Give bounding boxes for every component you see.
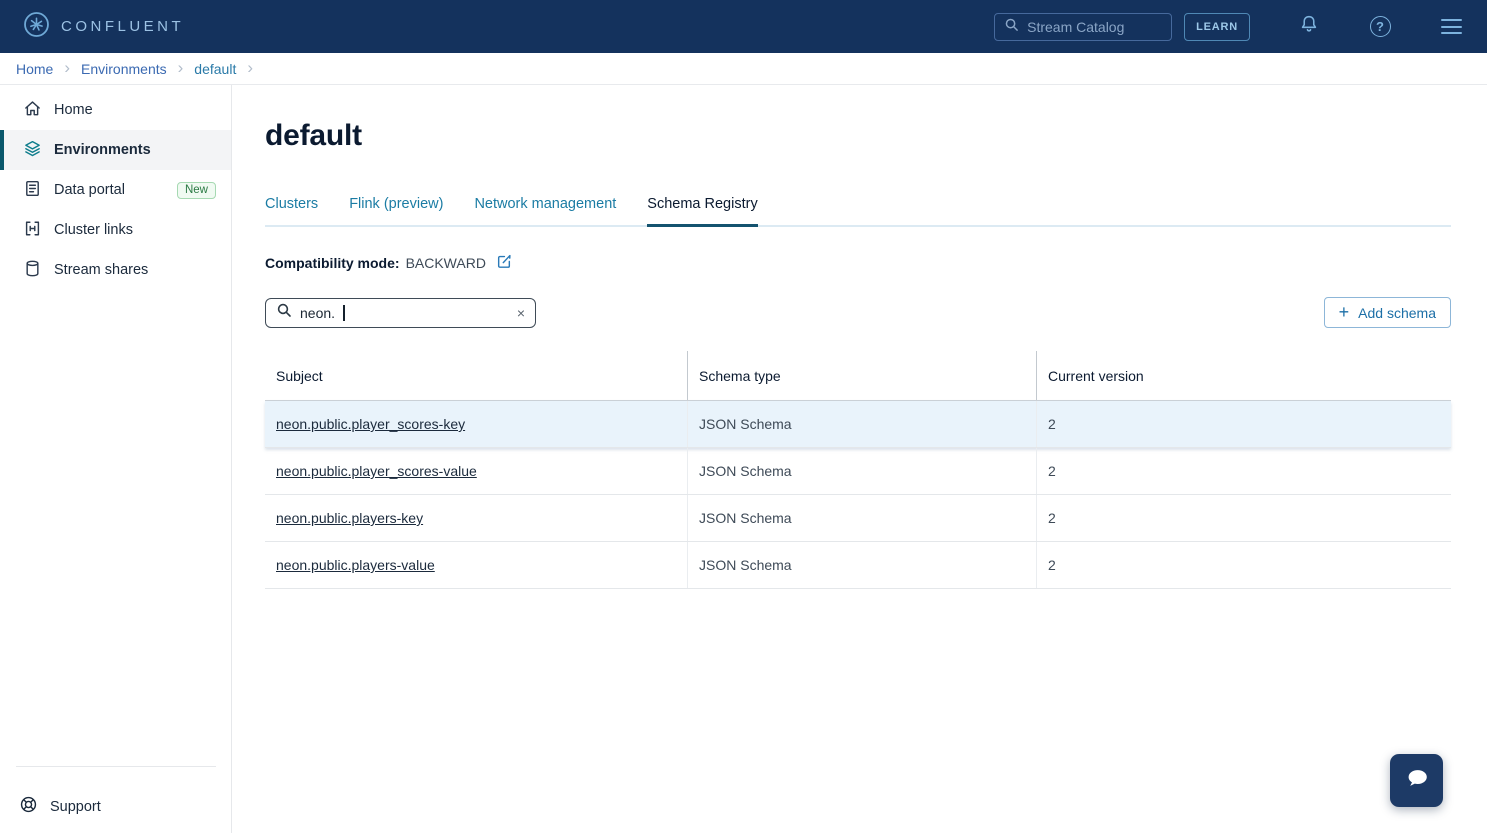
- schema-search-value: neon.: [300, 305, 335, 321]
- top-navbar: CONFLUENT LEARN ?: [0, 0, 1487, 53]
- edit-compatibility-button[interactable]: [496, 253, 512, 272]
- new-badge: New: [177, 182, 216, 199]
- table-row[interactable]: neon.public.players-key JSON Schema 2: [265, 495, 1451, 542]
- schema-search-input[interactable]: neon. ×: [265, 298, 536, 328]
- sidebar-divider: [16, 766, 216, 767]
- compatibility-mode-value: BACKWARD: [406, 255, 486, 271]
- sidebar-item-data-portal[interactable]: Data portal New: [0, 170, 231, 210]
- tab-network-management[interactable]: Network management: [474, 196, 616, 225]
- learn-button[interactable]: LEARN: [1184, 13, 1250, 41]
- sidebar-item-label: Cluster links: [54, 222, 133, 238]
- search-icon: [276, 302, 292, 323]
- table-row[interactable]: neon.public.player_scores-key JSON Schem…: [265, 401, 1451, 448]
- breadcrumb-default[interactable]: default: [194, 61, 236, 77]
- column-header-schema-type: Schema type: [687, 351, 1036, 400]
- cluster-links-icon: [23, 219, 42, 242]
- sidebar-item-label: Environments: [54, 142, 151, 158]
- current-version-cell: 2: [1036, 495, 1451, 541]
- chevron-right-icon: ›: [64, 59, 70, 78]
- column-header-subject: Subject: [265, 351, 687, 400]
- tab-bar: Clusters Flink (preview) Network managem…: [265, 196, 1451, 227]
- notifications-button[interactable]: [1297, 15, 1321, 39]
- subject-link[interactable]: neon.public.players-value: [276, 557, 435, 573]
- schema-toolbar: neon. × + Add schema: [265, 297, 1451, 328]
- document-icon: [23, 179, 42, 202]
- tab-flink-preview[interactable]: Flink (preview): [349, 196, 443, 225]
- home-icon: [23, 99, 42, 122]
- plus-icon: +: [1339, 303, 1350, 321]
- sidebar-item-support[interactable]: Support: [0, 780, 231, 833]
- confluent-logo[interactable]: CONFLUENT: [23, 11, 184, 43]
- bell-icon: [1298, 13, 1320, 40]
- sidebar: Home Environments Data port: [0, 85, 232, 833]
- compatibility-mode-row: Compatibility mode: BACKWARD: [265, 253, 1451, 272]
- current-version-cell: 2: [1036, 401, 1451, 447]
- text-caret: [343, 305, 345, 321]
- compatibility-mode-label: Compatibility mode:: [265, 255, 400, 271]
- confluent-logo-icon: [23, 11, 50, 43]
- brand-wordmark: CONFLUENT: [61, 18, 184, 35]
- subject-link[interactable]: neon.public.player_scores-key: [276, 416, 465, 432]
- sidebar-item-label: Data portal: [54, 182, 125, 198]
- layers-icon: [23, 139, 42, 162]
- database-icon: [23, 259, 42, 282]
- clear-search-button[interactable]: ×: [517, 306, 525, 320]
- stream-catalog-input[interactable]: [1027, 19, 1162, 35]
- tab-clusters[interactable]: Clusters: [265, 196, 318, 225]
- subject-link[interactable]: neon.public.player_scores-value: [276, 463, 477, 479]
- table-row[interactable]: neon.public.player_scores-value JSON Sch…: [265, 448, 1451, 495]
- sidebar-item-environments[interactable]: Environments: [0, 130, 231, 170]
- table-row[interactable]: neon.public.players-value JSON Schema 2: [265, 542, 1451, 589]
- tab-schema-registry[interactable]: Schema Registry: [647, 196, 757, 225]
- sidebar-item-home[interactable]: Home: [0, 90, 231, 130]
- main-content: default Clusters Flink (preview) Network…: [232, 85, 1487, 833]
- add-schema-button[interactable]: + Add schema: [1324, 297, 1451, 328]
- chat-icon: [1403, 764, 1431, 797]
- help-icon: ?: [1370, 16, 1391, 37]
- current-version-cell: 2: [1036, 542, 1451, 588]
- schema-type-cell: JSON Schema: [687, 495, 1036, 541]
- lifebuoy-icon: [19, 795, 38, 818]
- add-schema-label: Add schema: [1358, 305, 1436, 321]
- edit-icon: [496, 253, 512, 272]
- hamburger-icon: [1441, 19, 1462, 34]
- schema-type-cell: JSON Schema: [687, 542, 1036, 588]
- sidebar-item-cluster-links[interactable]: Cluster links: [0, 210, 231, 250]
- column-header-current-version: Current version: [1036, 351, 1451, 400]
- chevron-right-icon: ›: [178, 59, 184, 78]
- help-button[interactable]: ?: [1368, 15, 1392, 39]
- menu-button[interactable]: [1439, 15, 1463, 39]
- schema-type-cell: JSON Schema: [687, 448, 1036, 494]
- breadcrumb: Home › Environments › default ›: [0, 53, 1487, 85]
- search-icon: [1004, 17, 1019, 37]
- schema-type-cell: JSON Schema: [687, 401, 1036, 447]
- schema-table: Subject Schema type Current version neon…: [265, 351, 1451, 589]
- sidebar-item-label: Stream shares: [54, 262, 148, 278]
- current-version-cell: 2: [1036, 448, 1451, 494]
- subject-link[interactable]: neon.public.players-key: [276, 510, 423, 526]
- chat-button[interactable]: [1390, 754, 1443, 807]
- support-label: Support: [50, 799, 101, 815]
- table-header-row: Subject Schema type Current version: [265, 351, 1451, 401]
- stream-catalog-search[interactable]: [994, 13, 1172, 41]
- breadcrumb-environments[interactable]: Environments: [81, 61, 167, 77]
- page-title: default: [265, 119, 1451, 153]
- chevron-right-icon: ›: [247, 59, 253, 78]
- sidebar-item-label: Home: [54, 102, 93, 118]
- breadcrumb-home[interactable]: Home: [16, 61, 53, 77]
- sidebar-item-stream-shares[interactable]: Stream shares: [0, 250, 231, 290]
